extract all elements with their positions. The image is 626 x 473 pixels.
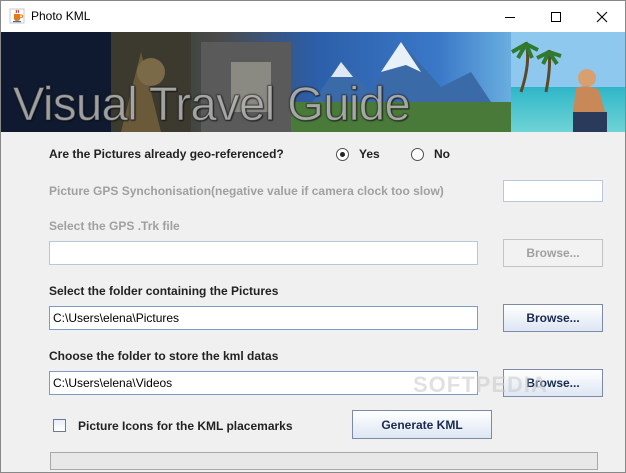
picture-icons-checkbox[interactable] <box>53 419 66 432</box>
generation-progress-bar <box>50 452 598 470</box>
pictures-folder-path-input[interactable] <box>49 306 478 330</box>
maximize-button[interactable] <box>533 1 579 32</box>
georef-no-radio[interactable] <box>411 148 424 161</box>
pictures-folder-label: Select the folder containing the Picture… <box>49 284 279 298</box>
close-icon <box>596 11 608 23</box>
georef-no-label[interactable]: No <box>434 147 450 161</box>
picture-icons-label[interactable]: Picture Icons for the KML placemarks <box>78 419 293 433</box>
photo-kml-window: Photo KML Visual Travel Guide Are the Pi… <box>0 0 626 473</box>
banner-title: Visual Travel Guide <box>12 77 411 131</box>
gps-file-path-input[interactable] <box>49 241 478 265</box>
java-cup-icon <box>9 8 25 24</box>
gps-file-label: Select the GPS .Trk file <box>49 219 180 233</box>
close-button[interactable] <box>579 1 625 32</box>
georef-yes-radio[interactable] <box>336 148 349 161</box>
kml-folder-path-input[interactable] <box>49 371 478 395</box>
gps-file-browse-button[interactable]: Browse... <box>503 239 603 267</box>
generate-kml-button[interactable]: Generate KML <box>352 410 492 439</box>
georef-question-label: Are the Pictures already geo-referenced? <box>49 147 284 161</box>
gps-sync-label: Picture GPS Synchonisation(negative valu… <box>49 184 444 198</box>
window-title: Photo KML <box>31 9 91 23</box>
minimize-icon <box>504 11 516 23</box>
minimize-button[interactable] <box>487 1 533 32</box>
kml-folder-label: Choose the folder to store the kml datas <box>49 349 279 363</box>
title-bar[interactable]: Photo KML <box>1 1 625 32</box>
gps-sync-offset-input[interactable] <box>503 180 603 202</box>
maximize-icon <box>550 11 562 23</box>
georef-yes-label[interactable]: Yes <box>359 147 380 161</box>
travel-banner: Visual Travel Guide <box>1 32 625 132</box>
kml-folder-browse-button[interactable]: Browse... <box>503 369 603 397</box>
radio-selected-dot <box>340 152 345 157</box>
pictures-folder-browse-button[interactable]: Browse... <box>503 304 603 332</box>
